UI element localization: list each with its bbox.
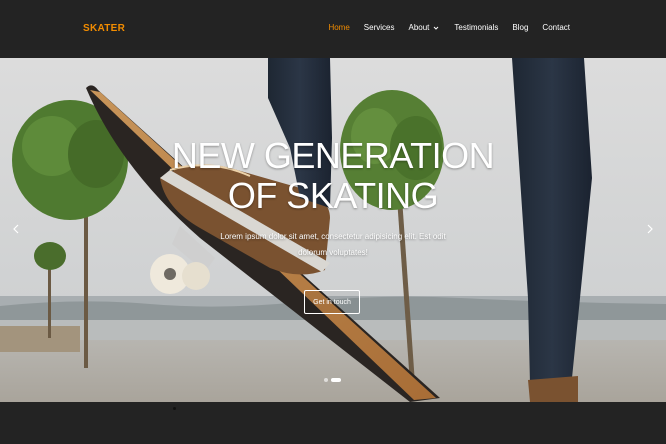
slider-dot-1[interactable] (324, 378, 328, 382)
get-in-touch-button[interactable]: Get in touch (304, 290, 360, 314)
nav-home[interactable]: Home (328, 23, 349, 32)
slider-dot-2[interactable] (331, 378, 341, 382)
nav-testimonials[interactable]: Testimonials (454, 23, 498, 32)
hero-title-line1: NEW GENERATION (171, 135, 495, 176)
slider-prev-button[interactable] (10, 222, 22, 236)
nav-contact[interactable]: Contact (542, 23, 570, 32)
chevron-down-icon (434, 26, 439, 30)
page-bottom (0, 402, 666, 444)
slider-indicators (324, 378, 341, 382)
chevron-right-icon (647, 224, 653, 234)
hero-title: NEW GENERATION OF SKATING (0, 136, 666, 216)
slider-next-button[interactable] (644, 222, 656, 236)
bottom-marker (173, 407, 176, 410)
nav-about-label: About (408, 23, 430, 32)
nav-services[interactable]: Services (364, 23, 395, 32)
main-nav: Home Services About Testimonials Blog Co… (328, 23, 570, 32)
hero-slider: NEW GENERATION OF SKATING Lorem ipsum do… (0, 58, 666, 402)
chevron-left-icon (13, 224, 19, 234)
hero-description: Lorem ipsum dolor sit amet, consectetur … (220, 232, 446, 257)
logo[interactable]: SKATER (83, 23, 125, 34)
nav-blog[interactable]: Blog (512, 23, 528, 32)
nav-about[interactable]: About (408, 23, 440, 32)
hero-title-line2: OF SKATING (227, 175, 439, 216)
site-header: SKATER Home Services About Testimonials … (0, 0, 666, 58)
